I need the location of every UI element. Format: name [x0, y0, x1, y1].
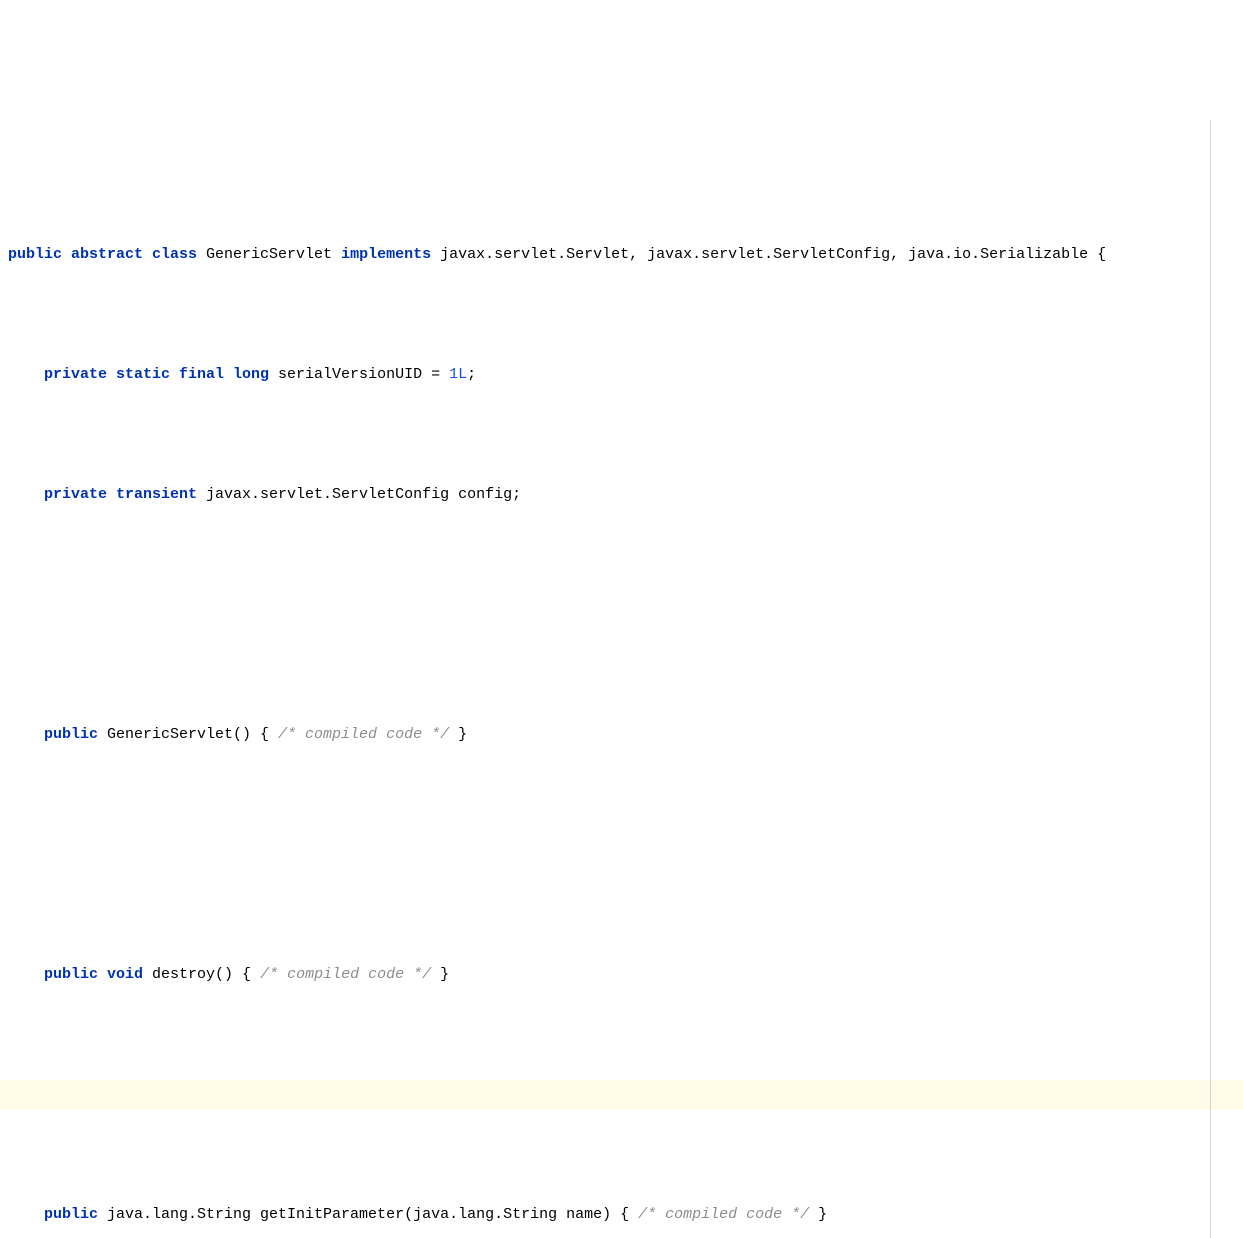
identifier: destroy() {: [143, 960, 260, 990]
right-margin-guide: [1210, 120, 1211, 1238]
code-line[interactable]: private static final long serialVersionU…: [0, 360, 1243, 390]
keyword: implements: [341, 240, 431, 270]
identifier: GenericServlet() {: [98, 720, 278, 750]
keyword: private static final long: [44, 360, 269, 390]
identifier: serialVersionUID =: [269, 360, 449, 390]
comment: /* compiled code */: [278, 720, 449, 750]
code-text: }: [809, 1200, 827, 1230]
keyword: private transient: [44, 480, 197, 510]
identifier: GenericServlet: [197, 240, 341, 270]
keyword: public: [44, 1200, 98, 1230]
code-text: }: [449, 720, 467, 750]
code-text: javax.servlet.Servlet, javax.servlet.Ser…: [431, 240, 1106, 270]
code-line[interactable]: public GenericServlet() { /* compiled co…: [0, 720, 1243, 750]
code-editor[interactable]: public abstract class GenericServlet imp…: [0, 120, 1243, 1238]
code-text: }: [431, 960, 449, 990]
empty-line[interactable]: [0, 840, 1243, 870]
code-line[interactable]: public abstract class GenericServlet imp…: [0, 240, 1243, 270]
keyword: public void: [44, 960, 143, 990]
code-line[interactable]: public java.lang.String getInitParameter…: [0, 1200, 1243, 1230]
comment: /* compiled code */: [260, 960, 431, 990]
number-literal: 1L: [449, 360, 467, 390]
keyword: public: [44, 720, 98, 750]
comment: /* compiled code */: [638, 1200, 809, 1230]
code-line[interactable]: private transient javax.servlet.ServletC…: [0, 480, 1243, 510]
empty-line-highlighted[interactable]: [0, 1080, 1243, 1110]
code-text: javax.servlet.ServletConfig config;: [197, 480, 521, 510]
empty-line[interactable]: [0, 600, 1243, 630]
code-line[interactable]: public void destroy() { /* compiled code…: [0, 960, 1243, 990]
identifier: java.lang.String getInitParameter(java.l…: [98, 1200, 638, 1230]
code-text: ;: [467, 360, 476, 390]
keyword: public abstract class: [8, 240, 197, 270]
